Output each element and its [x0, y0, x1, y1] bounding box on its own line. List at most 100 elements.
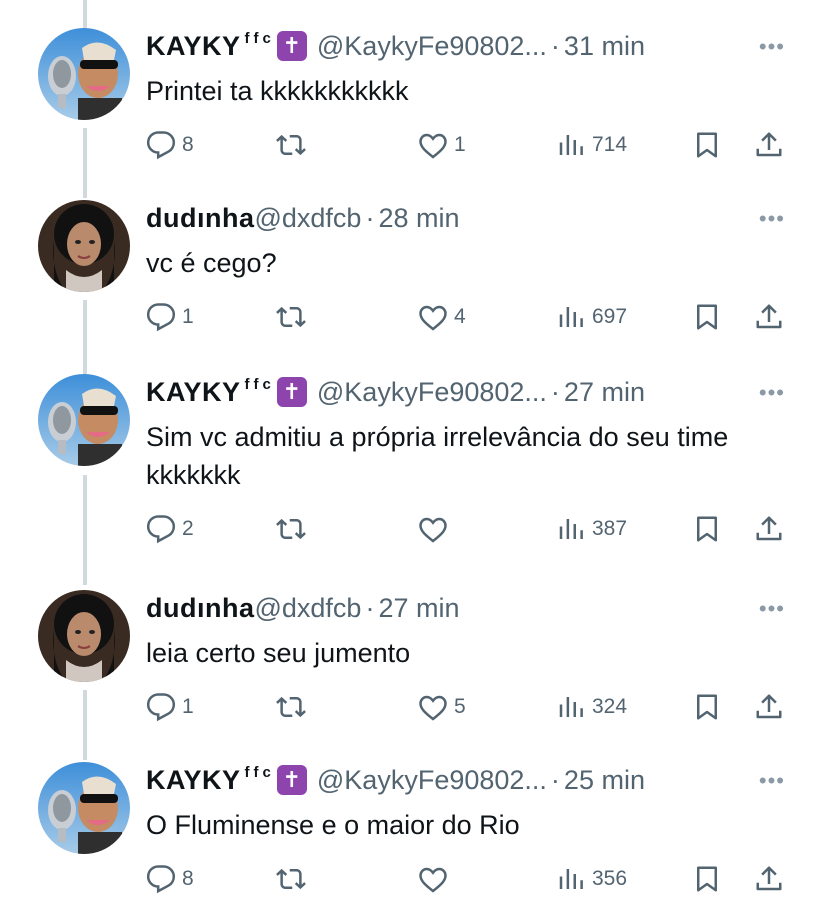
user-handle[interactable]: @KaykyFe90802... [317, 31, 547, 62]
bookmark-button[interactable] [692, 864, 722, 894]
share-icon [754, 864, 784, 894]
action-bar: 1 4 697 [146, 302, 786, 342]
like-icon [418, 130, 448, 160]
share-button[interactable] [754, 514, 784, 544]
thread-connector [83, 475, 87, 585]
avatar[interactable] [38, 374, 130, 466]
retweet-icon [276, 130, 306, 160]
views-button[interactable]: 387 [556, 514, 627, 544]
action-bar: 8 356 [146, 864, 786, 904]
timestamp[interactable]: 28 min [378, 203, 459, 234]
avatar[interactable] [38, 590, 130, 682]
share-icon [754, 514, 784, 544]
share-icon [754, 692, 784, 722]
retweet-button[interactable] [276, 692, 312, 722]
reply-button[interactable]: 8 [146, 130, 194, 160]
user-handle[interactable]: @dxdfcb [254, 203, 361, 234]
views-icon [556, 514, 586, 544]
share-button[interactable] [754, 864, 784, 894]
tweet-header: KAYKY ffc ✝ @KaykyFe90802... · 25 min [146, 762, 645, 798]
reply-button[interactable]: 2 [146, 514, 194, 544]
views-icon [556, 130, 586, 160]
views-icon [556, 864, 586, 894]
timestamp[interactable]: 25 min [564, 765, 645, 796]
share-button[interactable] [754, 302, 784, 332]
reply-icon [146, 302, 176, 332]
like-icon [418, 692, 448, 722]
bookmark-icon [692, 514, 722, 544]
tweet-text: vc é cego? [146, 248, 277, 278]
thread-connector [83, 128, 87, 198]
timestamp[interactable]: 31 min [564, 31, 645, 62]
tweet-header: dudınha @dxdfcb · 27 min [146, 590, 460, 626]
tweet-header: KAYKY ffc ✝ @KaykyFe90802... · 31 min [146, 28, 645, 64]
more-icon[interactable]: ••• [759, 380, 785, 406]
share-button[interactable] [754, 692, 784, 722]
avatar[interactable] [38, 200, 130, 292]
action-bar: 1 5 324 [146, 692, 786, 732]
bookmark-button[interactable] [692, 692, 722, 722]
display-name[interactable]: dudınha [146, 593, 254, 624]
views-button[interactable]: 324 [556, 692, 627, 722]
retweet-button[interactable] [276, 302, 312, 332]
like-button[interactable]: 1 [418, 130, 466, 160]
separator-dot: · [365, 592, 375, 623]
reply-button[interactable]: 8 [146, 864, 194, 894]
share-button[interactable] [754, 130, 784, 160]
action-bar: 8 1 714 [146, 130, 786, 170]
tweet-header: KAYKY ffc ✝ @KaykyFe90802... · 27 min [146, 374, 645, 410]
retweet-icon [276, 514, 306, 544]
separator-dot: · [550, 376, 560, 407]
retweet-icon [276, 692, 306, 722]
reply-button[interactable]: 1 [146, 692, 194, 722]
display-name[interactable]: dudınha [146, 203, 254, 234]
bookmark-button[interactable] [692, 302, 722, 332]
like-button[interactable] [418, 514, 454, 544]
like-button[interactable]: 4 [418, 302, 466, 332]
action-bar: 2 387 [146, 514, 786, 554]
display-name[interactable]: KAYKY [146, 765, 241, 796]
like-icon [418, 514, 448, 544]
tweet-text: leia certo seu jumento [146, 638, 411, 668]
user-handle[interactable]: @dxdfcb [254, 593, 361, 624]
reply-button[interactable]: 1 [146, 302, 194, 332]
retweet-button[interactable] [276, 864, 312, 894]
reply-count: 8 [182, 133, 194, 156]
retweet-button[interactable] [276, 514, 312, 544]
more-icon[interactable]: ••• [759, 34, 785, 60]
cross-emoji-icon: ✝ [276, 377, 307, 407]
user-handle[interactable]: @KaykyFe90802... [317, 765, 547, 796]
view-count: 697 [592, 305, 628, 328]
reply-count: 2 [182, 517, 194, 540]
views-button[interactable]: 697 [556, 302, 627, 332]
more-icon[interactable]: ••• [759, 768, 785, 794]
bookmark-button[interactable] [692, 514, 722, 544]
display-name[interactable]: KAYKY [146, 31, 241, 62]
views-button[interactable]: 714 [556, 130, 627, 160]
like-icon [418, 302, 448, 332]
separator-dot: · [365, 202, 375, 233]
like-button[interactable] [418, 864, 454, 894]
like-button[interactable]: 5 [418, 692, 466, 722]
retweet-button[interactable] [276, 130, 312, 160]
view-count: 324 [592, 695, 628, 718]
reply-count: 1 [182, 695, 194, 718]
avatar[interactable] [38, 28, 130, 120]
avatar[interactable] [38, 762, 130, 854]
views-icon [556, 302, 586, 332]
timestamp[interactable]: 27 min [378, 593, 459, 624]
view-count: 714 [592, 133, 628, 156]
more-icon[interactable]: ••• [759, 206, 785, 232]
reply-icon [146, 864, 176, 894]
bookmark-button[interactable] [692, 130, 722, 160]
timestamp[interactable]: 27 min [564, 377, 645, 408]
share-icon [754, 130, 784, 160]
views-button[interactable]: 356 [556, 864, 627, 894]
reply-count: 1 [182, 305, 194, 328]
display-name[interactable]: KAYKY [146, 377, 241, 408]
separator-dot: · [550, 30, 560, 61]
name-suffix: ffc [244, 375, 275, 393]
more-icon[interactable]: ••• [759, 596, 785, 622]
user-handle[interactable]: @KaykyFe90802... [317, 377, 547, 408]
separator-dot: · [550, 764, 560, 795]
